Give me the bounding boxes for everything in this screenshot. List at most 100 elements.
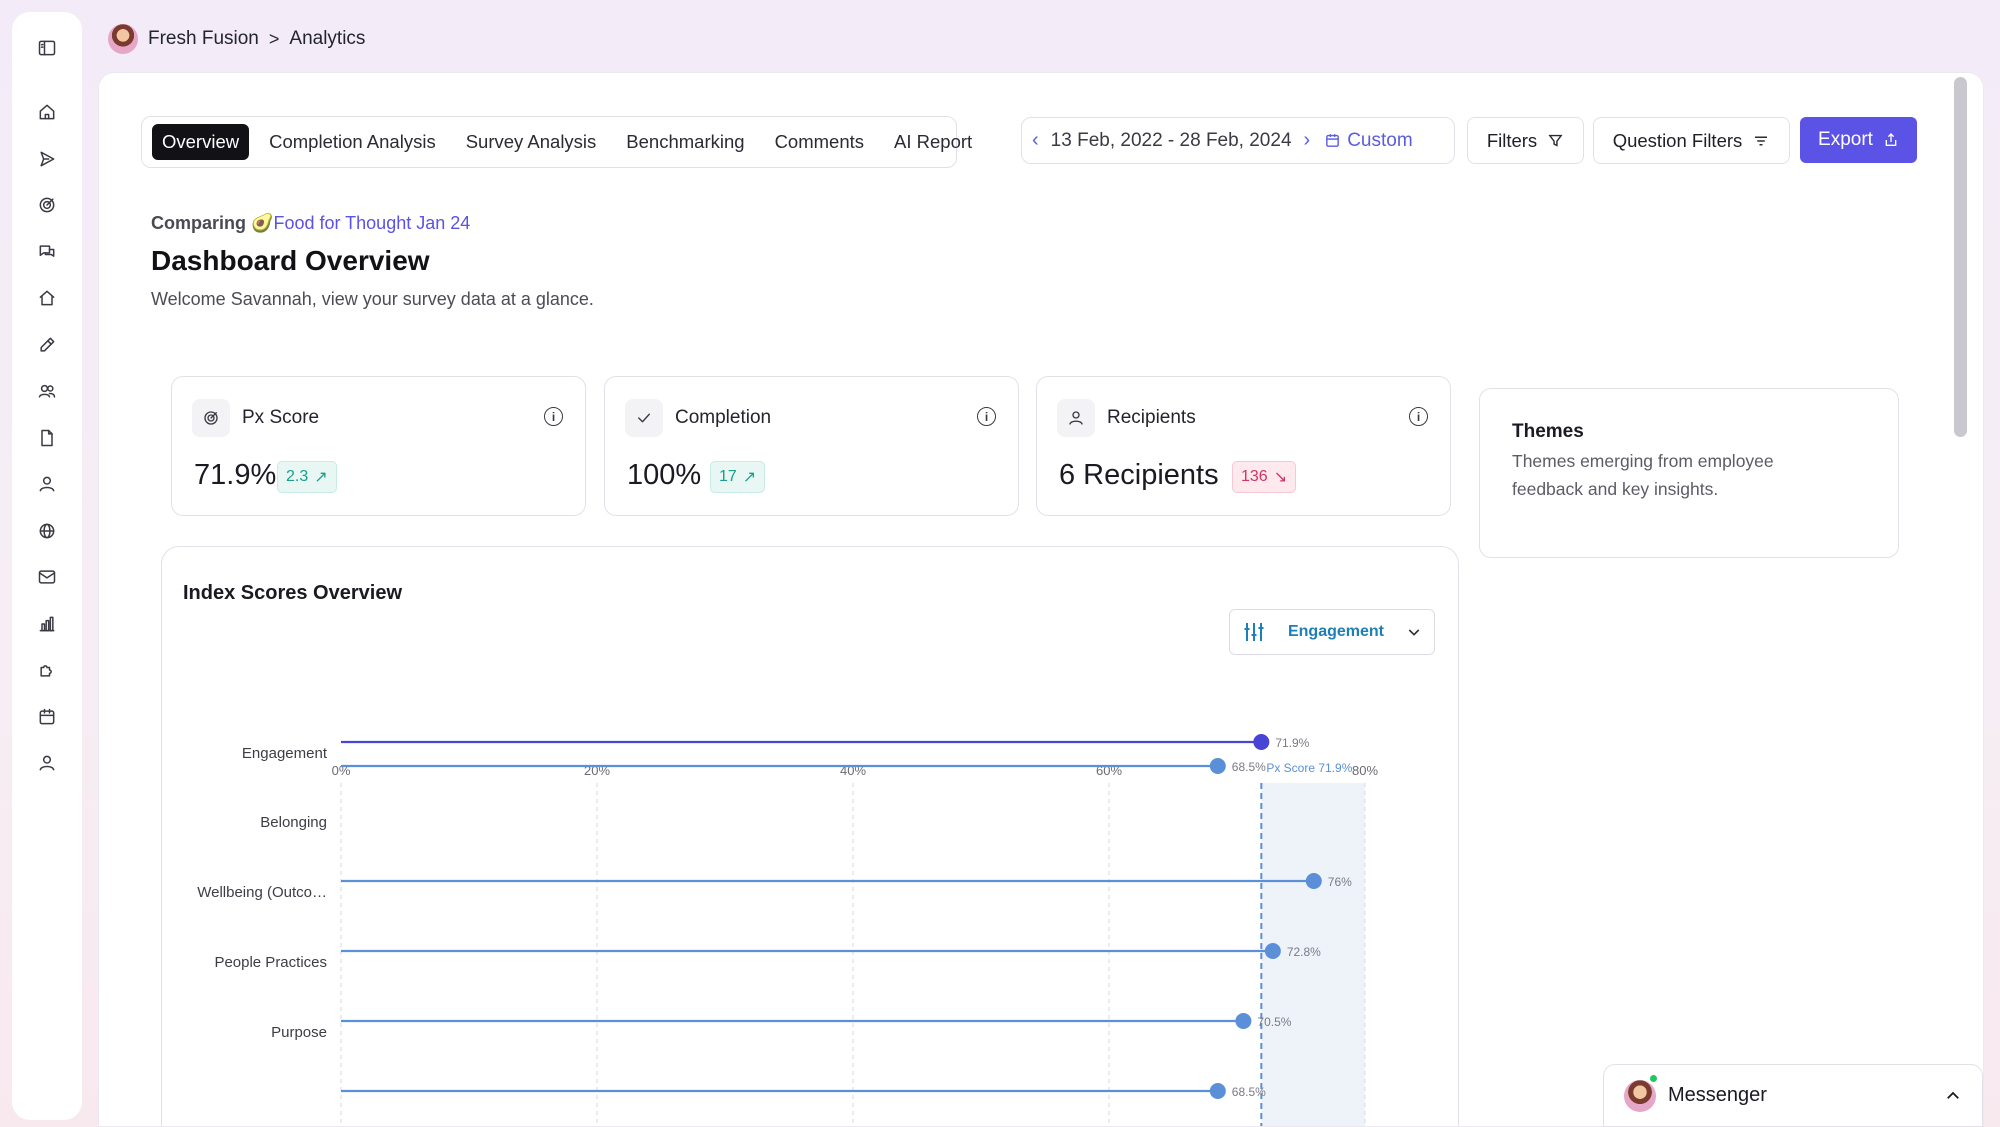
chat-icon[interactable] [27,234,67,270]
card-value: 6 Recipients [1059,459,1219,491]
home-icon[interactable] [27,94,67,130]
send-icon[interactable] [27,141,67,177]
data-label: 70.5% [1257,1015,1291,1029]
file-icon[interactable] [27,420,67,456]
breadcrumb-org[interactable]: Fresh Fusion [148,28,259,50]
card-label: Completion [675,407,772,428]
user-icon [1057,399,1095,437]
delta-value: 136 [1241,468,1268,485]
card-value: 71.9% [194,459,277,491]
avocado-icon: 🥑 [251,213,274,233]
breadcrumb: Fresh Fusion > Analytics [108,22,365,56]
themes-card: Themes Themes emerging from employee fee… [1479,388,1899,558]
data-point [1209,1083,1226,1099]
question-filters-button[interactable]: Question Filters [1593,117,1790,164]
tab-benchmarking[interactable]: Benchmarking [616,124,754,160]
custom-range-button[interactable]: Custom [1324,130,1413,152]
puzzle-icon[interactable] [27,652,67,688]
delta-value: 2.3 [286,468,309,485]
date-range-label[interactable]: 13 Feb, 2022 - 28 Feb, 2024 [1051,130,1292,152]
category-label: Engagement [242,745,328,762]
delta-value: 17 [719,468,737,485]
filters-label: Filters [1486,129,1538,151]
scrollbar[interactable] [1954,77,1967,437]
pen-icon[interactable] [27,327,67,363]
tab-comments[interactable]: Comments [765,124,874,160]
data-point [1253,734,1270,750]
arrow-up-right-icon: ↗ [314,469,328,486]
user-icon[interactable] [27,466,67,502]
delta-badge: 17 ↗ [710,461,766,493]
index-scores-card: Index Scores Overview Engagement 0% 20% 40… [161,546,1459,1126]
x-tick-label: 80% [1352,763,1378,778]
mail-icon[interactable] [27,559,67,595]
bar-chart-icon[interactable] [27,606,67,642]
index-scores-chart: 0% 20% 40% 60% 80%Px Score 71.9%EngagementBe… [197,734,1378,1126]
check-icon [625,399,663,437]
question-filters-label: Question Filters [1612,129,1743,151]
themes-description: Themes emerging from employee feedback a… [1512,451,1774,499]
comparing-target-link[interactable]: Food for Thought Jan 24 [273,213,470,233]
profile-icon[interactable] [27,745,67,781]
users-icon[interactable] [27,373,67,409]
target-icon[interactable] [27,187,67,223]
category-label: Belonging [260,814,327,831]
themes-title: Themes [1512,421,1584,442]
export-label: Export [1818,129,1873,150]
breadcrumb-page: Analytics [289,28,366,49]
page-subtitle: Welcome Savannah, view your survey data … [151,289,594,309]
target-icon [192,399,230,437]
tab-survey-analysis[interactable]: Survey Analysis [456,124,607,160]
calendar-icon[interactable] [27,699,67,735]
export-button[interactable]: Export [1800,117,1917,163]
arrow-up-right-icon: ↗ [742,469,757,486]
data-label: 68.5% [1232,760,1266,774]
chevron-up-icon[interactable] [1944,1087,1962,1105]
date-range-picker: ‹ 13 Feb, 2022 - 28 Feb, 2024 › Custom [1021,117,1455,164]
info-icon[interactable]: i [977,407,996,426]
px-score-card: Px Score i 71.9% 2.3 ↗ [171,376,586,516]
data-point [1264,943,1281,959]
filter-lines-icon [1755,136,1768,145]
tab-completion-analysis[interactable]: Completion Analysis [259,124,446,160]
calendar-icon [1326,134,1340,147]
chevron-right-icon: > [268,28,280,49]
delta-badge: 136 ↘ [1232,461,1297,493]
tab-overview[interactable]: Overview [152,124,250,160]
chevron-right-icon[interactable]: › [1304,129,1311,152]
category-label: Wellbeing (Outco… [197,884,327,901]
chevron-left-icon[interactable]: ‹ [1032,129,1039,152]
data-point [1209,758,1226,774]
arrow-down-right-icon: ↘ [1273,469,1288,486]
tab-bar: Overview Completion Analysis Survey Anal… [141,116,972,168]
recipients-card: Recipients i 6 Recipients 136 ↘ [1036,376,1451,516]
globe-icon[interactable] [27,513,67,549]
card-value: 100% [627,459,702,491]
info-icon[interactable]: i [1409,407,1428,426]
completion-card: Completion i 100% 17 ↗ [604,376,1019,516]
comparing-line: Comparing 🥑Food for Thought Jan 24 [151,213,470,234]
org-avatar [108,24,138,54]
reference-label: Px Score 71.9% [1266,761,1352,775]
online-status-dot [1648,1073,1659,1084]
info-icon[interactable]: i [544,407,563,426]
card-label: Px Score [242,407,320,428]
data-label: 68.5% [1232,1085,1266,1099]
data-point [1305,873,1322,889]
delta-badge: 2.3 ↗ [277,461,337,493]
comparing-label: Comparing [151,213,247,233]
data-label: 71.9% [1275,736,1309,750]
card-label: Recipients [1107,407,1196,428]
data-point [1235,1013,1252,1029]
tab-ai-report[interactable]: AI Report [884,124,982,160]
page-title: Dashboard Overview [151,245,430,276]
messenger-bar[interactable]: Messenger [1603,1064,1983,1127]
sidebar-toggle-icon[interactable] [27,28,67,68]
messenger-label: Messenger [1668,1084,1767,1106]
category-label: People Practices [214,954,327,971]
share-icon [1885,133,1897,146]
messenger-avatar [1624,1079,1656,1112]
filters-button[interactable]: Filters [1467,117,1584,164]
main-panel: Overview Completion Analysis Survey Anal… [98,72,1984,1127]
house-icon[interactable] [27,280,67,316]
